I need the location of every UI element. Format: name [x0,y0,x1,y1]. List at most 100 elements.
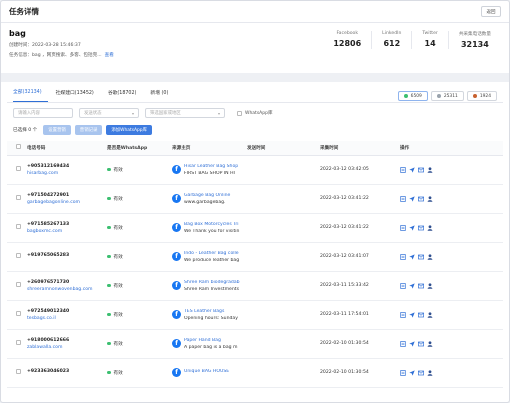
website-link[interactable]: hisarbag.com [27,171,107,176]
send-icon[interactable] [409,253,415,260]
source-page[interactable]: f Shree Ram biodegradab Shree Ram Invest… [172,280,247,292]
source-title[interactable]: TES Leather Bags [184,309,244,314]
row-checkbox[interactable] [16,311,21,316]
document-icon[interactable] [400,195,406,202]
row-checkbox[interactable] [16,340,21,345]
table-row[interactable]: +918000612666 zablawalla.com 有效 f Paper … [7,329,503,359]
document-icon[interactable] [400,369,406,376]
view-link[interactable]: 查看 [105,53,114,58]
source-title[interactable]: Bag Box Motorcycles Tri [184,222,244,227]
whatsapp-library-checkbox[interactable] [237,110,242,116]
select-all-checkbox[interactable] [16,144,21,150]
whatsapp-library-toggle[interactable]: WhatsApp库 [237,110,272,116]
website-link[interactable]: tesbags.co.il [27,316,107,321]
whatsapp-status-text: 有效 [113,167,123,173]
phone-cell: +918000612666 zablawalla.com [27,329,107,359]
row-checkbox[interactable] [16,282,21,287]
user-icon[interactable] [427,340,433,347]
source-cell: f Indo - Leather Bag colle We produce le… [172,242,247,272]
source-title[interactable]: Shree Ram biodegradab [184,280,244,285]
website-link[interactable]: shreeramnonwovenbag.com [27,287,107,292]
mail-icon[interactable] [418,167,424,173]
document-icon[interactable] [400,311,406,318]
source-page[interactable]: f TES Leather Bags Opening hours: Sunday [172,309,247,321]
user-icon[interactable] [427,253,433,260]
row-checkbox[interactable] [16,369,21,374]
tab-google[interactable]: 谷歌(18702) [108,89,143,102]
table-row[interactable]: +971585267133 bagboxmc.com 有效 f Bag Box … [7,213,503,243]
mail-icon[interactable] [418,341,424,347]
table-row[interactable]: +905312169434 hisarbag.com 有效 f Hisar Le… [7,155,503,185]
back-button[interactable]: 返回 [481,6,501,17]
source-title[interactable]: Garbage Bag Online [184,193,244,198]
source-title[interactable]: Unique BAG HOUSE [184,369,244,374]
send-icon[interactable] [409,166,415,173]
tab-all[interactable]: 全部(32134) [13,88,48,102]
region-select[interactable]: 筛选国家或地区 ▾ [145,108,225,118]
valid-dot-icon [107,370,111,375]
table-row[interactable]: +923363046023 有效 f Unique BAG HOUSE 2022… [7,358,503,388]
website-link[interactable]: zablawalla.com [27,345,107,350]
user-icon[interactable] [427,369,433,376]
stat-label: Facebook [336,31,359,36]
row-checkbox[interactable] [16,195,21,200]
website-link[interactable]: bagboxmc.com [27,229,107,234]
user-icon[interactable] [427,311,433,318]
mail-icon[interactable] [418,225,424,231]
chip-unknown[interactable]: 25311 [430,91,464,101]
tab-social[interactable]: 社媒建口(13452) [56,89,100,102]
document-icon[interactable] [400,253,406,260]
source-title[interactable]: Indo - Leather Bag colle [184,251,244,256]
row-select-cell [7,271,27,301]
source-page[interactable]: f Indo - Leather Bag colle We produce le… [172,251,247,263]
source-title[interactable]: Paper Hand Bag [184,338,244,343]
mail-icon[interactable] [418,370,424,376]
row-checkbox[interactable] [16,224,21,229]
document-icon[interactable] [400,282,406,289]
chip-valid[interactable]: 6509 [397,91,428,101]
keyword-input[interactable]: 请输入内容 [13,108,73,118]
send-icon[interactable] [409,224,415,231]
document-icon[interactable] [400,340,406,347]
source-page[interactable]: f Unique BAG HOUSE [172,368,247,377]
row-checkbox[interactable] [16,166,21,171]
source-page[interactable]: f Hisar Leather Bag Shop FIRST BAG SHOP … [172,164,247,176]
send-icon[interactable] [409,282,415,289]
user-icon[interactable] [427,166,433,173]
user-icon[interactable] [427,195,433,202]
send-icon[interactable] [409,340,415,347]
source-page[interactable]: f Garbage Bag Online www.garbagebag. [172,193,247,205]
marketing-records-button[interactable]: 营销记录 [74,125,103,135]
col-phone: 电话号码 [27,141,107,156]
source-page[interactable]: f Paper Hand Bag A paper bag is a bag m [172,338,247,350]
send-icon[interactable] [409,311,415,318]
tab-new[interactable]: 新增 (0) [150,89,174,102]
send-icon[interactable] [409,195,415,202]
mail-icon[interactable] [418,196,424,202]
send-time-cell [247,358,320,388]
table-row[interactable]: +971504272901 garbagebagonline.com 有效 f … [7,184,503,214]
phone-number: +971504272901 [27,192,70,198]
facebook-icon: f [172,339,181,348]
user-icon[interactable] [427,224,433,231]
source-page[interactable]: f Bag Box Motorcycles Tri We Thank you f… [172,222,247,234]
document-icon[interactable] [400,166,406,173]
mail-icon[interactable] [418,312,424,318]
add-whatsapp-library-button[interactable]: 添加WhatsApp库 [106,125,152,135]
mail-icon[interactable] [418,254,424,260]
mail-icon[interactable] [418,283,424,289]
table-row[interactable]: +260976571730 shreeramnonwovenbag.com 有效… [7,271,503,301]
row-checkbox[interactable] [16,253,21,258]
send-status-select[interactable]: 发送状态 ▾ [79,108,139,118]
website-link[interactable]: garbagebagonline.com [27,200,107,205]
table-row[interactable]: +972549012340 tesbags.co.il 有效 f TES Lea… [7,300,503,330]
document-icon[interactable] [400,224,406,231]
chip-invalid[interactable]: 1924 [466,91,497,101]
table-row[interactable]: +919765065283 有效 f Indo - Leather Bag co… [7,242,503,272]
source-title[interactable]: Hisar Leather Bag Shop [184,164,244,169]
col-collect-time: 采集时间 [320,141,400,156]
user-icon[interactable] [427,282,433,289]
collect-time-cell: 2022-03-11 15:33:42 [320,271,400,301]
set-marketing-button[interactable]: 设置营销 [43,125,71,135]
send-icon[interactable] [409,369,415,376]
